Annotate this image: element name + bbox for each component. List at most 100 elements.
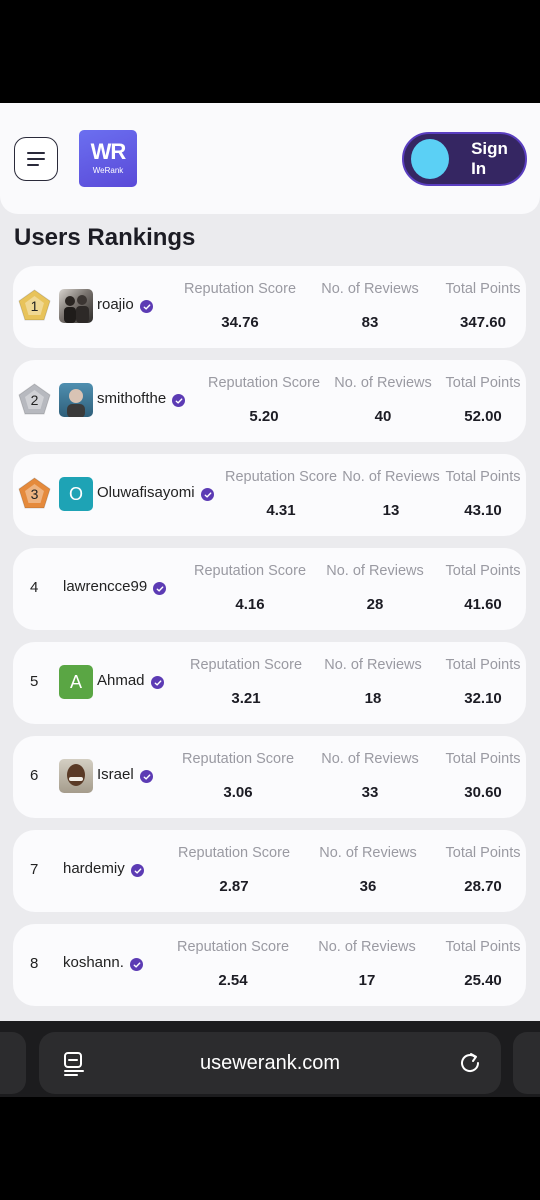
username[interactable]: Oluwafisayomi (97, 484, 195, 501)
verified-icon (140, 770, 153, 783)
stat-value-points: 30.60 (464, 784, 502, 801)
rank-number: 1 (30, 297, 39, 314)
reload-icon[interactable] (458, 1050, 482, 1076)
stat-header-reputation: Reputation Score (189, 657, 303, 673)
stat-value-points: 52.00 (464, 408, 502, 425)
sign-in-button[interactable]: Sign In (402, 132, 527, 186)
rank-badge: 3 (18, 477, 51, 510)
verified-icon (131, 864, 144, 877)
stat-header-reviews: No. of Reviews (321, 281, 419, 297)
verified-icon (140, 300, 153, 313)
stat-value-points: 43.10 (464, 502, 502, 519)
stat-header-points: Total Points (445, 563, 521, 579)
rank-number: 3 (30, 485, 39, 502)
rank-number: 2 (30, 391, 39, 408)
ranking-row[interactable]: 5 A Ahmad Reputation Score 3.21 No. of Revi… (13, 642, 526, 724)
username[interactable]: roajio (97, 296, 134, 313)
stat-value-reviews: 17 (358, 972, 376, 989)
stat-header-points: Total Points (445, 469, 521, 485)
stat-header-reviews: No. of Reviews (319, 845, 417, 861)
stat-value-reputation: 4.16 (235, 596, 265, 613)
stat-value-reputation: 4.31 (266, 502, 296, 519)
avatar[interactable] (59, 759, 93, 793)
stat-header-reputation: Reputation Score (193, 563, 307, 579)
stat-header-reputation: Reputation Score (207, 375, 321, 391)
toggle-knob (411, 139, 450, 179)
ranking-row[interactable]: 1 roajio Reputation Score 34.76 No. of Rev… (13, 266, 526, 348)
stat-header-reviews: No. of Reviews (318, 939, 416, 955)
stat-header-points: Total Points (445, 657, 521, 673)
stat-value-reviews: 18 (364, 690, 382, 707)
stat-value-reviews: 33 (361, 784, 379, 801)
ranking-row[interactable]: 2 smithofthe Reputation Score 5.20 No. of … (13, 360, 526, 442)
rank-badge: 2 (18, 383, 51, 416)
stat-header-reputation: Reputation Score (224, 469, 338, 485)
stat-header-points: Total Points (445, 375, 521, 391)
stat-value-reviews: 28 (366, 596, 384, 613)
stat-value-reputation: 3.21 (231, 690, 261, 707)
page-title: Users Rankings (14, 224, 196, 251)
avatar[interactable] (59, 289, 93, 323)
app-screen: WR WeRank Sign In Users Rankings 1 roaji… (0, 103, 540, 1021)
ranking-row[interactable]: 8 koshann. Reputation Score 2.54 No. of Rev… (13, 924, 526, 1006)
stat-value-reviews: 13 (382, 502, 400, 519)
stat-value-reputation: 34.76 (221, 314, 259, 331)
rank-badge: 1 (18, 289, 51, 322)
browser-toolbar: usewerank.com (0, 1021, 540, 1097)
username[interactable]: hardemiy (63, 860, 125, 877)
stat-header-reviews: No. of Reviews (334, 375, 432, 391)
stat-header-reviews: No. of Reviews (342, 469, 440, 485)
stat-header-reputation: Reputation Score (183, 281, 297, 297)
stat-value-points: 41.60 (464, 596, 502, 613)
stat-value-points: 32.10 (464, 690, 502, 707)
username[interactable]: lawrencce99 (63, 578, 147, 595)
ranking-row[interactable]: 3 O Oluwafisayomi Reputation Score 4.31 No.… (13, 454, 526, 536)
avatar[interactable]: O (59, 477, 93, 511)
stat-header-reputation: Reputation Score (181, 751, 295, 767)
ranking-row[interactable]: 7 hardemiy Reputation Score 2.87 No. of Rev… (13, 830, 526, 912)
logo-mark: WR (90, 139, 127, 164)
ranking-row[interactable]: 6 Israel Reputation Score 3.06 No. of Revi… (13, 736, 526, 818)
rank-number: 5 (30, 673, 39, 690)
rank-number: 6 (30, 767, 39, 784)
stat-header-reputation: Reputation Score (176, 939, 290, 955)
rank-number: 4 (30, 579, 39, 596)
stat-value-points: 347.60 (460, 314, 506, 331)
url-text: usewerank.com (199, 1052, 341, 1074)
username[interactable]: Israel (97, 766, 134, 783)
sign-in-label: Sign In (471, 139, 508, 178)
stat-value-reputation: 3.06 (223, 784, 253, 801)
verified-icon (201, 488, 214, 501)
stat-header-reviews: No. of Reviews (326, 563, 424, 579)
previous-tab[interactable] (0, 1032, 26, 1094)
stat-header-points: Total Points (445, 281, 521, 297)
ranking-row[interactable]: 4 lawrencce99 Reputation Score 4.16 No. of … (13, 548, 526, 630)
avatar-letter: A (69, 671, 82, 692)
avatar-letter: O (68, 483, 83, 504)
werank-logo[interactable]: WR WeRank (79, 130, 137, 187)
verified-icon (172, 394, 185, 407)
stat-value-points: 25.40 (464, 972, 502, 989)
username[interactable]: smithofthe (97, 390, 166, 407)
stat-header-points: Total Points (445, 939, 521, 955)
logo-name: WeRank (92, 166, 124, 175)
avatar[interactable]: A (59, 665, 93, 699)
username[interactable]: Ahmad (97, 672, 145, 689)
person-photo-icon (67, 389, 85, 417)
menu-button[interactable] (14, 137, 58, 181)
stat-value-reviews: 40 (374, 408, 392, 425)
person-photo-icon (67, 764, 85, 786)
stat-value-reputation: 5.20 (249, 408, 279, 425)
username[interactable]: koshann. (63, 954, 124, 971)
top-header: WR WeRank Sign In (0, 103, 540, 214)
next-tab[interactable] (513, 1032, 540, 1094)
verified-icon (130, 958, 143, 971)
stat-header-reviews: No. of Reviews (321, 751, 419, 767)
stat-value-reviews: 83 (361, 314, 379, 331)
stat-header-reputation: Reputation Score (177, 845, 291, 861)
rank-number: 7 (30, 861, 39, 878)
verified-icon (151, 676, 164, 689)
stat-value-reputation: 2.54 (218, 972, 248, 989)
avatar[interactable] (59, 383, 93, 417)
address-bar[interactable]: usewerank.com (39, 1032, 501, 1094)
